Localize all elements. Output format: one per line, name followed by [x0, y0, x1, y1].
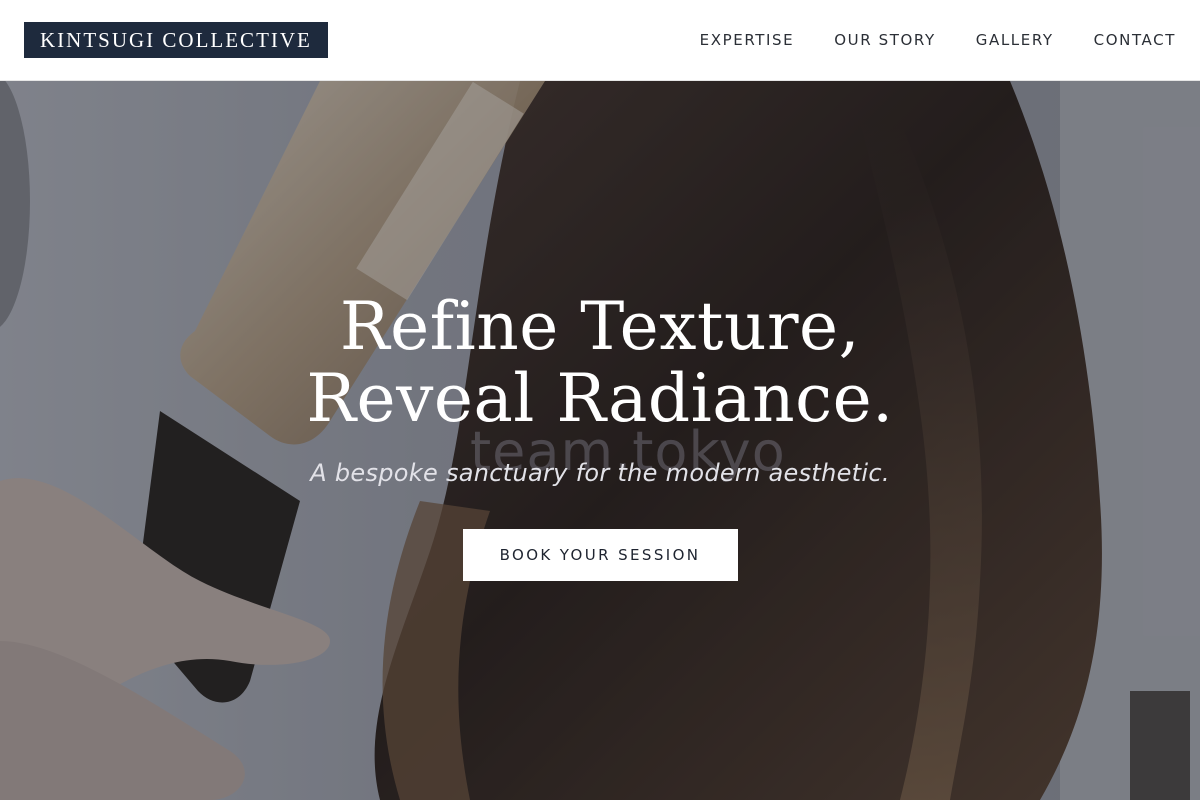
nav-item-gallery[interactable]: GALLERY [976, 31, 1054, 49]
hero-headline: Refine Texture, Reveal Radiance. [306, 288, 894, 437]
main-nav: EXPERTISE OUR STORY GALLERY CONTACT [700, 31, 1176, 49]
nav-item-expertise[interactable]: EXPERTISE [700, 31, 795, 49]
hero-tagline: A bespoke sanctuary for the modern aesth… [310, 459, 890, 487]
brand-logo[interactable]: KINTSUGI COLLECTIVE [24, 22, 328, 58]
hero-section: team.tokyo Refine Texture, Reveal Radian… [0, 81, 1200, 800]
hero-content: Refine Texture, Reveal Radiance. A bespo… [0, 291, 1200, 581]
nav-item-our-story[interactable]: OUR STORY [834, 31, 936, 49]
nav-item-contact[interactable]: CONTACT [1094, 31, 1176, 49]
book-session-button[interactable]: BOOK YOUR SESSION [462, 529, 738, 581]
site-header: KINTSUGI COLLECTIVE EXPERTISE OUR STORY … [0, 0, 1200, 81]
